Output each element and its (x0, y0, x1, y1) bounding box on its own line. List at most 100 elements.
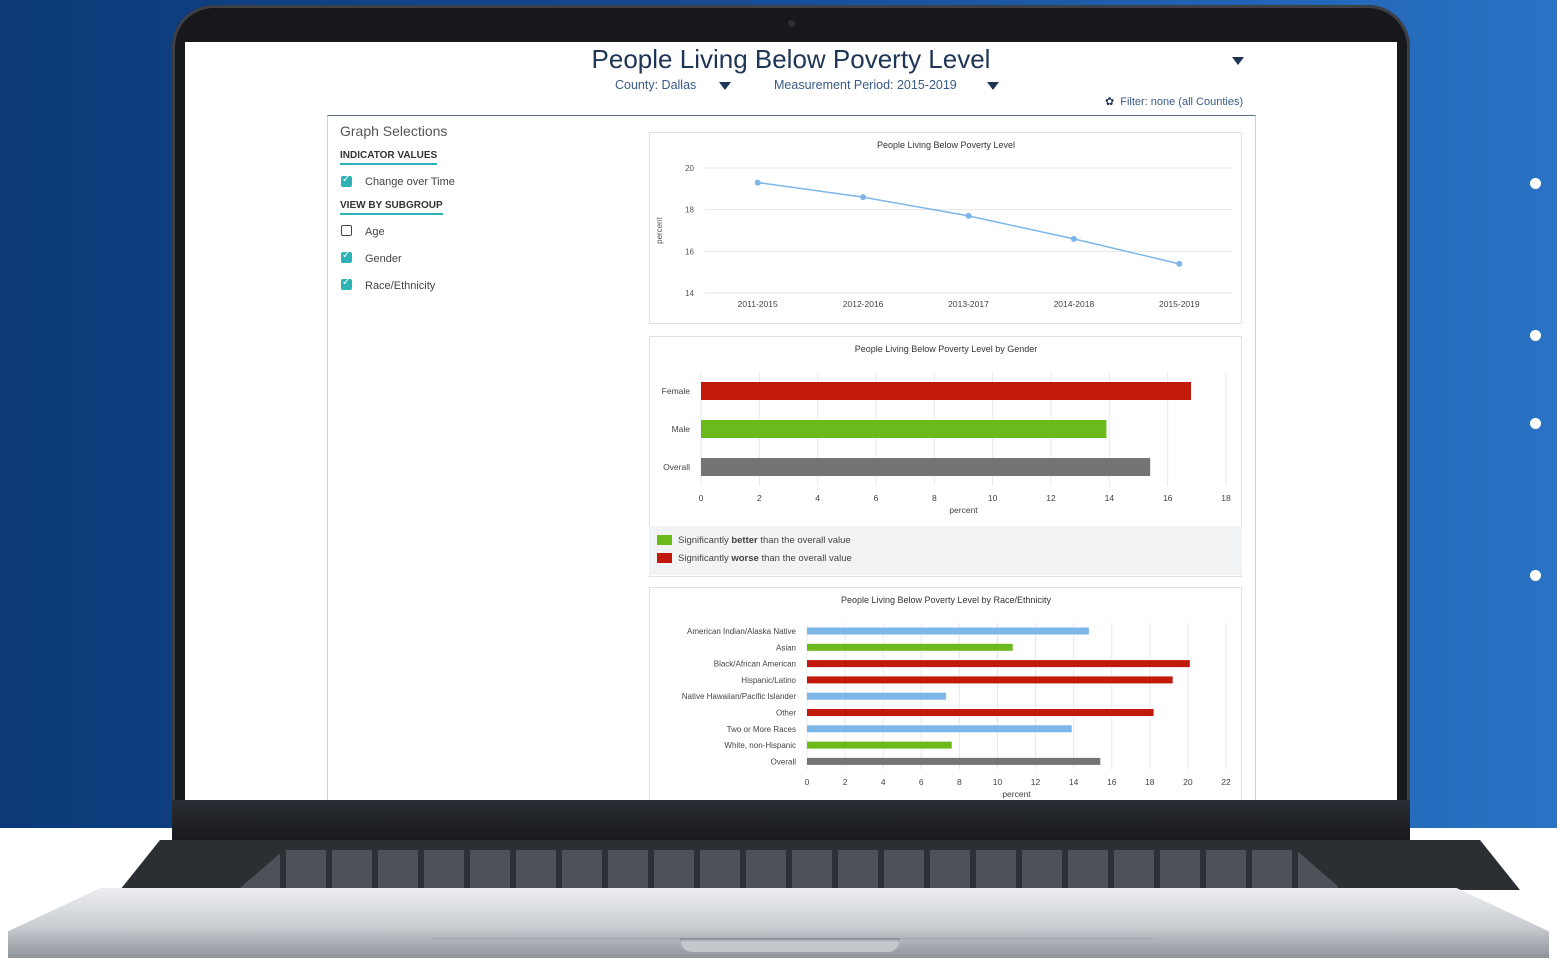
checkbox-label: Gender (365, 253, 402, 265)
legend-text: than the overall value (757, 535, 851, 546)
bar (807, 757, 1101, 765)
slide-dot-1[interactable] (1530, 178, 1541, 189)
trend-line-chart: People Living Below Poverty Level 14 16 18 2… (655, 140, 1232, 309)
x-tick-label: 14 (1105, 493, 1115, 503)
bar (807, 692, 947, 700)
category-label: White, non-Hispanic (724, 741, 796, 750)
legend-worse-row: Significantly worse than the overall val… (657, 553, 852, 564)
checkbox-label: Change over Time (365, 176, 455, 188)
checkbox-race-ethnicity[interactable] (341, 277, 352, 290)
view-by-subgroup-header: VIEW BY SUBGROUP (340, 200, 443, 215)
bar (807, 627, 1089, 635)
x-tick-label: 2015-2019 (1159, 299, 1200, 309)
laptop-screen: People Living Below Poverty Level County… (185, 42, 1397, 800)
x-tick-label: 4 (881, 777, 886, 787)
bar (701, 458, 1151, 476)
category-label: Hispanic/Latino (741, 676, 796, 685)
x-tick-label: 6 (919, 777, 924, 787)
chart-title: People Living Below Poverty Level by Gen… (855, 344, 1038, 354)
category-label: Two or More Races (727, 725, 796, 734)
race-bar-chart: People Living Below Poverty Level by Rac… (682, 595, 1231, 799)
chart-title: People Living Below Poverty Level by Rac… (841, 595, 1052, 605)
category-label: Female (662, 386, 691, 396)
y-tick-label: 14 (685, 289, 694, 298)
x-tick-label: 16 (1163, 493, 1173, 503)
gender-bar-chart: People Living Below Poverty Level by Gen… (662, 344, 1231, 515)
legend-better-word: better (731, 535, 758, 546)
indicator-values-header: INDICATOR VALUES (340, 150, 438, 165)
filter-label: Filter: none (all Counties) (1120, 96, 1244, 108)
legend-text: Significantly (678, 535, 732, 546)
checkbox-label: Age (365, 226, 385, 238)
legend-text: than the overall value (758, 553, 852, 564)
data-point (965, 212, 972, 219)
checkbox-gender[interactable] (341, 250, 352, 263)
period-selector[interactable]: Measurement Period: 2015-2019 (774, 78, 957, 92)
x-tick-label: 2012-2016 (843, 299, 884, 309)
category-label: Overall (771, 757, 797, 766)
data-point (1070, 235, 1077, 242)
x-tick-label: 2013-2017 (948, 299, 989, 309)
category-label: Male (672, 424, 691, 434)
x-tick-label: 8 (932, 493, 937, 503)
county-selector[interactable]: County: Dallas (615, 78, 696, 92)
x-tick-label: 22 (1221, 777, 1231, 787)
title-dropdown-icon[interactable] (1232, 57, 1244, 65)
y-axis-label: percent (655, 216, 664, 243)
gear-icon: ✿ (1105, 96, 1115, 108)
x-tick-label: 14 (1069, 777, 1079, 787)
laptop-trackpad (432, 888, 1154, 939)
bar (807, 709, 1154, 716)
laptop-notch (680, 938, 900, 952)
x-tick-label: 0 (805, 777, 810, 787)
legend-worse-word: worse (731, 553, 759, 564)
x-axis-label: percent (949, 505, 978, 515)
significance-legend: Significantly better than the overall va… (649, 526, 1242, 575)
category-label: American Indian/Alaska Native (687, 627, 796, 636)
legend-worse-swatch (657, 553, 672, 564)
laptop-keyboard (240, 850, 1340, 888)
category-label: Overall (663, 462, 690, 472)
checkbox-age[interactable] (341, 225, 352, 236)
x-tick-label: 0 (699, 493, 704, 503)
data-point (1176, 260, 1183, 267)
county-chevron-down-icon[interactable] (719, 82, 731, 90)
legend-text: Significantly (678, 553, 732, 564)
data-point (860, 194, 867, 201)
bar (807, 660, 1190, 668)
bar (807, 643, 1013, 651)
x-tick-label: 10 (993, 777, 1003, 787)
x-tick-label: 2 (843, 777, 848, 787)
slide-dot-4[interactable] (1530, 570, 1541, 581)
x-tick-label: 18 (1145, 777, 1155, 787)
category-label: Other (776, 709, 796, 718)
slide-dot-2[interactable] (1530, 330, 1541, 341)
x-tick-label: 4 (815, 493, 820, 503)
x-tick-label: 16 (1107, 777, 1117, 787)
x-tick-label: 2 (757, 493, 762, 503)
laptop-hinge (172, 800, 1410, 845)
slide-dot-3[interactable] (1530, 418, 1541, 429)
x-tick-label: 10 (988, 493, 998, 503)
bar (807, 741, 952, 749)
x-tick-label: 12 (1046, 493, 1056, 503)
filter-control[interactable]: ✿ Filter: none (all Counties) (1105, 95, 1243, 108)
bar (701, 382, 1191, 400)
period-chevron-down-icon[interactable] (987, 82, 999, 90)
bar (701, 420, 1107, 438)
checkbox-change-over-time[interactable] (341, 174, 352, 187)
graph-selections-title: Graph Selections (340, 123, 448, 139)
category-label: Native Hawaiian/Pacific Islander (682, 692, 797, 701)
y-tick-label: 18 (685, 206, 694, 215)
checkbox-label: Race/Ethnicity (365, 280, 436, 292)
bar (807, 676, 1173, 684)
x-tick-label: 2014-2018 (1054, 299, 1095, 309)
chart-title: People Living Below Poverty Level (877, 140, 1015, 150)
category-label: Asian (776, 643, 796, 652)
trend-chart-box: People Living Below Poverty Level 14 16 18 2… (649, 132, 1242, 324)
x-tick-label: 2011-2015 (738, 299, 778, 309)
bar (807, 725, 1072, 733)
x-tick-label: 8 (957, 777, 962, 787)
category-label: Black/African American (714, 660, 796, 669)
data-point (754, 179, 761, 186)
